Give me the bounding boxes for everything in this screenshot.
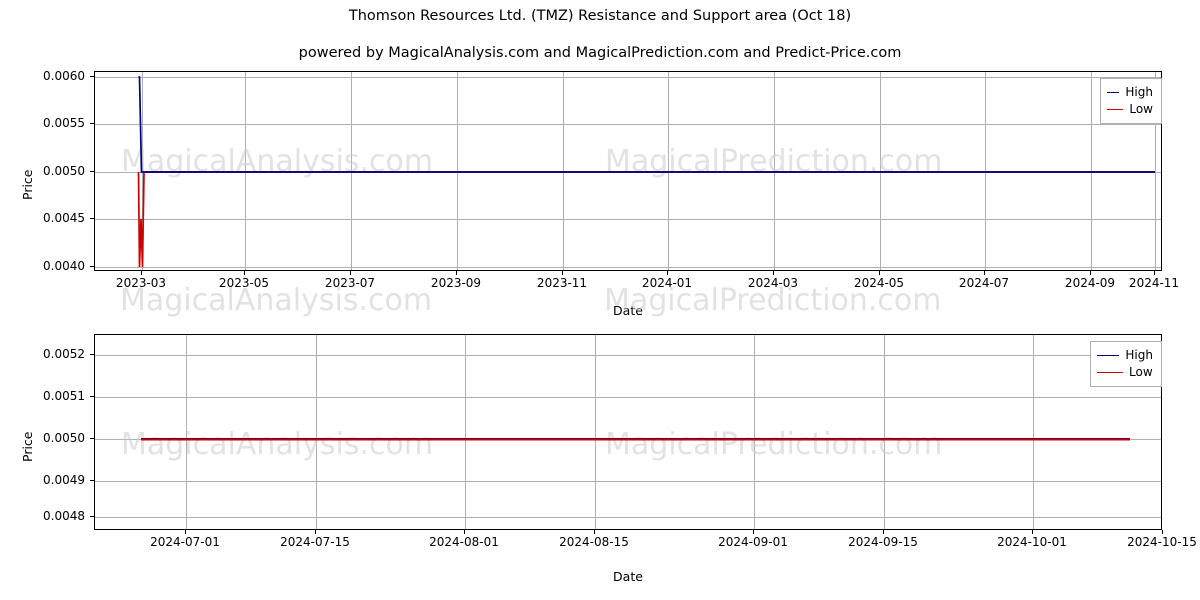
legend-swatch-high-icon xyxy=(1107,92,1120,93)
tick-mark xyxy=(90,354,94,355)
x-tick-label: 2024-09-01 xyxy=(718,535,788,549)
x-tick-label: 2024-10-01 xyxy=(997,535,1067,549)
top-chart-legend: High Low xyxy=(1100,78,1162,124)
x-tick-label: 2024-03 xyxy=(747,276,799,290)
y-tick-label: 0.0050 xyxy=(43,431,85,445)
x-tick-label: 2024-09-15 xyxy=(848,535,918,549)
y-tick-label: 0.0052 xyxy=(43,347,85,361)
page-subtitle: powered by MagicalAnalysis.com and Magic… xyxy=(298,45,902,61)
top-chart-y-axis-label: Price xyxy=(20,169,35,201)
tick-mark xyxy=(90,438,94,439)
y-tick-label: 0.0049 xyxy=(43,473,85,487)
x-tick-label: 2023-03 xyxy=(115,276,167,290)
y-tick-label: 0.0050 xyxy=(43,164,85,178)
legend-label-low: Low xyxy=(1129,365,1153,379)
y-tick-label: 0.0051 xyxy=(43,389,85,403)
x-tick-label: 2023-11 xyxy=(536,276,588,290)
tick-mark xyxy=(90,76,94,77)
series-high-line xyxy=(138,76,1155,173)
tick-mark xyxy=(90,396,94,397)
legend-swatch-low-icon xyxy=(1107,109,1124,110)
tick-mark xyxy=(753,530,754,534)
x-tick-label: 2024-07 xyxy=(958,276,1010,290)
y-tick-label: 0.0045 xyxy=(43,211,85,225)
y-tick-label: 0.0048 xyxy=(43,509,85,523)
tick-mark xyxy=(90,218,94,219)
tick-mark xyxy=(244,271,245,275)
tick-mark xyxy=(1032,530,1033,534)
tick-mark xyxy=(90,266,94,267)
y-tick-label: 0.0040 xyxy=(43,259,85,273)
bottom-chart-x-axis-label: Date xyxy=(613,569,643,584)
bottom-chart-y-axis-label: Price xyxy=(20,431,35,463)
tick-mark xyxy=(90,123,94,124)
legend-label-high: High xyxy=(1125,85,1153,99)
page-title: Thomson Resources Ltd. (TMZ) Resistance … xyxy=(348,8,852,24)
legend-item-high[interactable]: High xyxy=(1097,347,1153,364)
x-tick-label: 2024-01 xyxy=(641,276,693,290)
x-tick-label: 2024-07-15 xyxy=(280,535,350,549)
series-low-line xyxy=(137,171,1155,268)
legend-swatch-low-icon xyxy=(1097,372,1123,373)
legend-label-high: High xyxy=(1125,348,1153,362)
x-tick-label: 2024-10-15 xyxy=(1127,535,1197,549)
tick-mark xyxy=(562,271,563,275)
x-tick-label: 2023-05 xyxy=(218,276,270,290)
tick-mark xyxy=(90,171,94,172)
legend-item-low[interactable]: Low xyxy=(1097,364,1153,381)
top-chart-series xyxy=(137,76,1155,268)
chart-figure: Thomson Resources Ltd. (TMZ) Resistance … xyxy=(0,0,1200,600)
bottom-chart-plot-area: MagicalAnalysis.com MagicalPrediction.co… xyxy=(94,334,1162,530)
tick-mark xyxy=(464,530,465,534)
tick-mark xyxy=(90,516,94,517)
legend-label-low: Low xyxy=(1129,102,1153,116)
bottom-chart-series xyxy=(141,438,1130,441)
x-tick-label: 2024-08-01 xyxy=(429,535,499,549)
tick-mark xyxy=(456,271,457,275)
legend-swatch-high-icon xyxy=(1097,355,1120,356)
tick-mark xyxy=(141,271,142,275)
tick-mark xyxy=(1154,271,1155,275)
tick-mark xyxy=(350,271,351,275)
tick-mark xyxy=(984,271,985,275)
legend-item-high[interactable]: High xyxy=(1107,84,1153,101)
x-tick-label: 2024-05 xyxy=(853,276,905,290)
tick-mark xyxy=(1162,530,1163,534)
x-tick-label: 2024-07-01 xyxy=(150,535,220,549)
top-chart-plot-area: MagicalAnalysis.com MagicalPrediction.co… xyxy=(94,71,1162,271)
y-tick-label: 0.0060 xyxy=(43,69,85,83)
tick-mark xyxy=(315,530,316,534)
x-tick-label: 2023-09 xyxy=(430,276,482,290)
top-chart-x-axis-label: Date xyxy=(613,303,643,318)
tick-mark xyxy=(883,530,884,534)
x-tick-label: 2024-08-15 xyxy=(559,535,629,549)
x-tick-label: 2024-11 xyxy=(1128,276,1180,290)
tick-mark xyxy=(594,530,595,534)
tick-mark xyxy=(185,530,186,534)
x-tick-label: 2024-09 xyxy=(1064,276,1116,290)
tick-mark xyxy=(1090,271,1091,275)
bottom-chart-legend: High Low xyxy=(1090,341,1162,387)
x-tick-label: 2023-07 xyxy=(324,276,376,290)
y-tick-label: 0.0055 xyxy=(43,116,85,130)
tick-mark xyxy=(773,271,774,275)
legend-item-low[interactable]: Low xyxy=(1107,101,1153,118)
tick-mark xyxy=(667,271,668,275)
tick-mark xyxy=(879,271,880,275)
tick-mark xyxy=(90,480,94,481)
